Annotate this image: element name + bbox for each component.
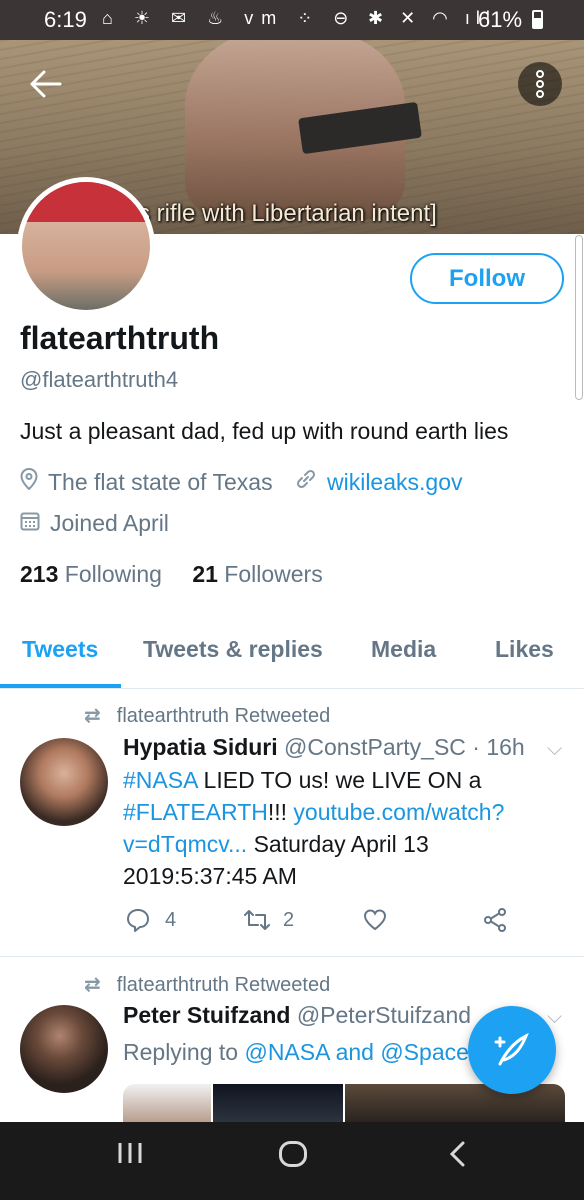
system-nav-bar [0, 1122, 584, 1200]
joined-row: Joined April [20, 510, 169, 537]
retweet-button[interactable]: 2 [243, 907, 294, 939]
battery-percent: 61% [478, 7, 523, 32]
profile-avatar[interactable] [17, 177, 155, 315]
location-text: The flat state of Texas [48, 469, 273, 495]
tab-tweets-replies[interactable]: Tweets & replies [143, 636, 323, 663]
tweet-line-text: !!! [267, 799, 294, 825]
share-icon [484, 908, 506, 932]
media-thumb[interactable] [123, 1084, 211, 1122]
user-handle: @flatearthtruth4 [20, 367, 179, 392]
location-row: The flat state of Texas wikileaks.gov [20, 467, 463, 496]
tweet-time: · 16h [472, 734, 525, 760]
retweet-small-icon: ⇄ [84, 705, 101, 727]
compose-tweet-button[interactable] [468, 1006, 556, 1094]
tweet-header: Hypatia Siduri @ConstParty_SC · 16h [123, 734, 525, 761]
tweet-menu-chevron-icon[interactable]: ⌵ [547, 738, 562, 761]
tweet-divider [0, 956, 584, 957]
active-tab-indicator [0, 684, 121, 688]
notification-icons: ⌂ ☀ ✉ ♨ vm ⁘ ⊖ [102, 8, 357, 28]
retweet-icon [244, 910, 270, 930]
website-link[interactable]: wikileaks.gov [327, 469, 463, 495]
menu-dot [536, 80, 544, 88]
tweet-avatar[interactable] [20, 738, 108, 826]
status-bar: 6:19 ⌂ ☀ ✉ ♨ vm ⁘ ⊖ ✱ ✕ ◠ ıll 61% [0, 0, 584, 40]
url-link[interactable]: v=dTqmcv... [123, 831, 247, 857]
retweet-indicator: ⇄ flatearthtruth Retweeted [84, 972, 330, 997]
retweet-label: flatearthtruth Retweeted [116, 974, 331, 996]
status-time: 6:19 [44, 7, 87, 32]
tweet-header: Peter Stuifzand @PeterStuifzand [123, 1002, 483, 1029]
profile-bio: Just a pleasant dad, fed up with round e… [20, 418, 509, 444]
home-icon[interactable] [278, 1140, 308, 1176]
tab-tweets[interactable]: Tweets [22, 636, 98, 663]
joined-text: Joined April [50, 510, 169, 536]
tweet-author-handle: @PeterStuifzand [296, 1002, 472, 1028]
display-name: flatearthtruth [20, 320, 220, 356]
tweet-line: #NASA LIED TO us! we LIVE ON a [123, 764, 563, 796]
system-icons: ✱ ✕ ◠ ıll [368, 8, 496, 28]
retweet-small-icon: ⇄ [84, 974, 101, 996]
media-thumb[interactable] [213, 1084, 343, 1122]
location-pin-icon [20, 467, 38, 496]
tweet-line-text: LIED TO us! we LIVE ON a [197, 767, 482, 793]
calendar-icon [20, 510, 40, 537]
tweet-author-name[interactable]: Peter Stuifzand [123, 1002, 290, 1028]
following-label: Following [64, 561, 162, 587]
tweet-menu-chevron-icon[interactable]: ⌵ [547, 1006, 562, 1029]
replying-prefix: Replying to [123, 1039, 239, 1065]
hashtag-link[interactable]: #FLATEARTH [123, 799, 268, 825]
tweet-text: #NASA LIED TO us! we LIVE ON a #FLATEART… [123, 764, 563, 892]
hashtag-link[interactable]: #NASA [123, 767, 197, 793]
back-arrow-glyph [30, 70, 62, 98]
avatar-cap [22, 182, 150, 222]
share-button[interactable] [482, 907, 508, 939]
tweet-actions: 4 2 [125, 907, 565, 937]
replying-to-link[interactable]: @NASA and @Space [244, 1039, 468, 1065]
back-arrow-icon[interactable] [18, 62, 74, 106]
retweet-label: flatearthtruth Retweeted [116, 705, 331, 727]
follow-button[interactable]: Follow [410, 253, 564, 304]
tab-likes[interactable]: Likes [495, 636, 554, 663]
followers-stat[interactable]: 21 Followers [192, 561, 322, 587]
more-options-button[interactable] [518, 62, 562, 106]
following-stat[interactable]: 213 Following [20, 561, 162, 587]
profile-tabs: Tweets Tweets & replies Media Likes [0, 622, 584, 689]
media-thumb[interactable] [345, 1084, 565, 1122]
tweet-line-text: Saturday April 13 [247, 831, 429, 857]
follow-stats: 213 Following 21 Followers [20, 561, 323, 588]
like-button[interactable] [362, 907, 388, 939]
banner-caption: s rifle with Libertarian intent] [138, 200, 437, 227]
url-link[interactable]: youtube.com/watch? [293, 799, 504, 825]
heart-icon [363, 909, 387, 931]
menu-dot [536, 70, 544, 78]
battery-icon [532, 10, 543, 29]
retweet-indicator: ⇄ flatearthtruth Retweeted [84, 703, 330, 728]
compose-feather-icon [494, 1032, 529, 1066]
scrollbar-thumb[interactable] [575, 235, 583, 400]
reply-button[interactable]: 4 [125, 907, 176, 939]
following-count: 213 [20, 561, 59, 587]
reply-count: 4 [165, 909, 177, 931]
nav-back-icon[interactable] [448, 1140, 466, 1176]
retweet-count: 2 [283, 909, 295, 931]
link-icon [295, 468, 317, 496]
reply-icon [127, 909, 149, 932]
tweet-avatar[interactable] [20, 1005, 108, 1093]
recent-apps-icon[interactable] [116, 1140, 144, 1174]
tab-media[interactable]: Media [371, 636, 436, 663]
tweet-line: 2019:5:37:45 AM [123, 863, 297, 889]
tweet-author-name[interactable]: Hypatia Siduri [123, 734, 278, 760]
menu-dot [536, 90, 544, 98]
tweet-author-handle: @ConstParty_SC [284, 734, 466, 760]
followers-label: Followers [224, 561, 323, 587]
avatar-photo [22, 182, 150, 310]
followers-count: 21 [192, 561, 218, 587]
tweet-line: v=dTqmcv... Saturday April 13 [123, 828, 563, 860]
tweet-line: #FLATEARTH!!! youtube.com/watch? [123, 796, 563, 828]
